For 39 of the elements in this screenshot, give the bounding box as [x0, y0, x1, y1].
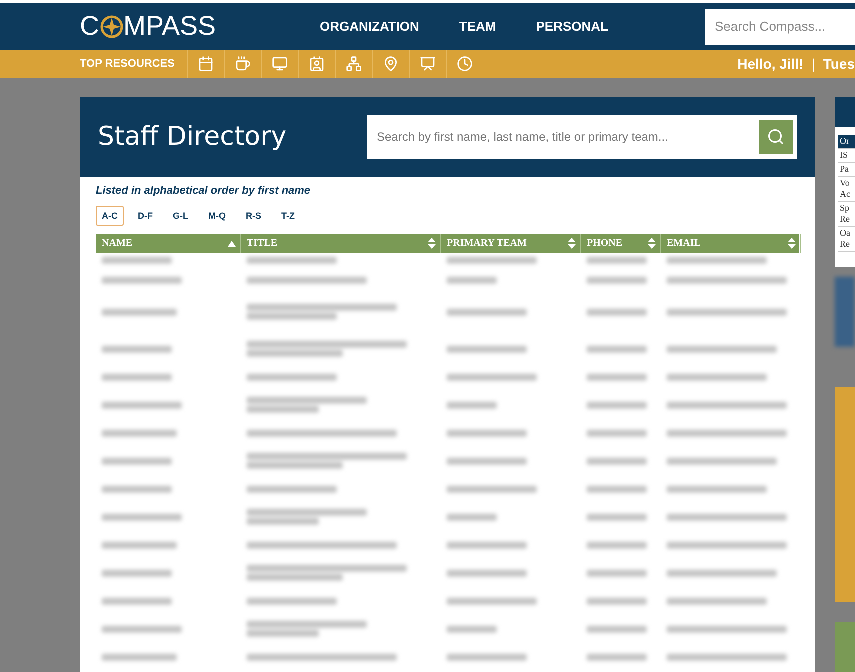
- side-panel-header: [835, 97, 855, 127]
- side-list-item[interactable]: Vo Ac: [838, 177, 855, 202]
- search-button[interactable]: [759, 120, 793, 154]
- sort-icon[interactable]: [788, 238, 796, 249]
- logo-text: MPASS: [124, 11, 216, 42]
- side-list-item[interactable]: Pa: [838, 163, 855, 177]
- side-list-item[interactable]: Or: [838, 135, 855, 149]
- nav-link[interactable]: TEAM: [459, 19, 496, 34]
- side-list-item[interactable]: IS: [838, 149, 855, 163]
- separator: |: [812, 56, 816, 72]
- sort-ascending-icon[interactable]: [228, 240, 236, 246]
- resource-icon[interactable]: [308, 56, 325, 72]
- search-field[interactable]: Search Compass...: [705, 8, 855, 44]
- resources-label: TOP RESOURCES: [80, 58, 175, 70]
- page-title: Staff Directory: [98, 122, 287, 152]
- letter-tab[interactable]: A-C: [96, 206, 124, 226]
- resource-icon[interactable]: [198, 56, 214, 72]
- sort-icon[interactable]: [568, 238, 576, 249]
- date-text: Tues: [823, 56, 855, 72]
- nav-link[interactable]: ORGANIZATION: [320, 19, 420, 34]
- side-list-item[interactable]: Sp Re: [838, 202, 855, 227]
- sort-icon[interactable]: [428, 238, 436, 249]
- sidebar-panel: [835, 622, 855, 672]
- resource-icon[interactable]: [346, 56, 362, 72]
- resource-icon[interactable]: [234, 56, 251, 72]
- search-icon: [767, 128, 785, 146]
- resource-icon[interactable]: [272, 56, 288, 72]
- sort-note: Listed in alphabetical order by first name: [96, 185, 312, 197]
- compass-icon: [100, 14, 124, 38]
- greeting: Hello, Jill!: [738, 56, 804, 72]
- side-list-item[interactable]: Oa Re: [838, 227, 855, 252]
- directory-search-field[interactable]: Search by first name, last name, title or primary team...: [367, 115, 797, 159]
- resource-icon[interactable]: [420, 56, 436, 72]
- resource-icon[interactable]: [382, 56, 399, 72]
- blurred-panel: [835, 277, 855, 347]
- logo-text: C: [80, 11, 100, 42]
- nav-link[interactable]: PERSONAL: [536, 19, 608, 34]
- sort-icon[interactable]: [648, 238, 656, 249]
- resource-icon[interactable]: [456, 56, 473, 72]
